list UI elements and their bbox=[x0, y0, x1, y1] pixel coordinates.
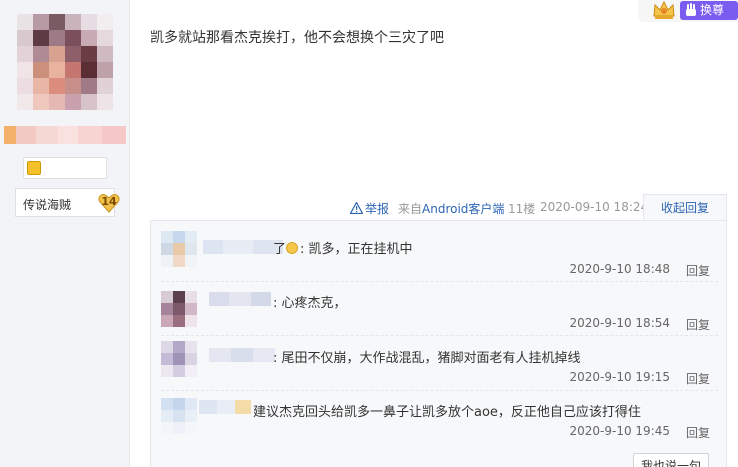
reply-avatar[interactable] bbox=[161, 291, 197, 327]
reply-box: 了: 凯多，正在挂机中 2020-9-10 18:48 回复 : 心疼杰克， 2… bbox=[150, 220, 727, 467]
coin-icon bbox=[27, 161, 41, 175]
reply-button[interactable]: 回复 bbox=[686, 424, 710, 441]
reply-username[interactable] bbox=[203, 240, 283, 254]
floor-number: 11楼 bbox=[508, 202, 536, 216]
author-username[interactable] bbox=[4, 126, 126, 144]
reply-username[interactable] bbox=[209, 292, 271, 306]
reply-button[interactable]: 回复 bbox=[686, 370, 710, 387]
crown-icon[interactable] bbox=[652, 0, 676, 20]
swap-label: 换尊 bbox=[700, 3, 725, 17]
reply-avatar[interactable] bbox=[161, 398, 197, 434]
vip-corner: 换尊 bbox=[638, 0, 738, 22]
report-label: 举报 bbox=[365, 202, 390, 216]
hand-icon bbox=[686, 3, 696, 16]
author-avatar[interactable] bbox=[17, 14, 113, 110]
member-badge[interactable] bbox=[23, 157, 107, 179]
swap-button[interactable]: 换尊 bbox=[680, 1, 738, 20]
reply-item: 建议杰克回头给凯多一鼻子让凯多放个aoe，反正他自己应该打得住 2020-9-1… bbox=[151, 390, 728, 450]
reply-button[interactable]: 回复 bbox=[686, 316, 710, 333]
reply-item: : 心疼杰克， 2020-9-10 18:54 回复 bbox=[151, 281, 728, 341]
reply-content: : 心疼杰克， bbox=[273, 296, 347, 311]
post-content: 凯多就站那看杰克挨打，他不会想换个三灾了吧 bbox=[150, 30, 444, 46]
level-number: 14 bbox=[101, 195, 117, 208]
reply-time: 2020-9-10 18:54 bbox=[569, 316, 671, 330]
warning-icon bbox=[350, 202, 363, 214]
reply-username[interactable] bbox=[209, 348, 275, 362]
reply-time: 2020-9-10 19:45 bbox=[569, 424, 671, 438]
say-something-button[interactable]: 我也说一句 bbox=[633, 453, 709, 467]
reply-item: : 尾田不仅崩，大作战混乱，猪脚对面老有人挂机掉线 2020-9-10 19:1… bbox=[151, 335, 728, 395]
post-time: 2020-09-10 18:24 bbox=[540, 200, 649, 214]
emoji-icon bbox=[286, 242, 299, 254]
collapse-replies-button[interactable]: 收起回复 bbox=[643, 194, 727, 221]
reply-content: : 尾田不仅崩，大作战混乱，猪脚对面老有人挂机掉线 bbox=[273, 351, 581, 366]
reply-button[interactable]: 回复 bbox=[686, 262, 710, 279]
reply-time: 2020-9-10 18:48 bbox=[569, 262, 671, 276]
reply-text: : bbox=[300, 242, 305, 257]
level-name: 传说海贼 bbox=[23, 198, 72, 212]
reply-username[interactable] bbox=[199, 400, 251, 414]
report-link[interactable]: 举报 bbox=[350, 200, 389, 217]
reply-avatar[interactable] bbox=[161, 341, 197, 377]
reply-item: 了: 凯多，正在挂机中 2020-9-10 18:48 回复 bbox=[151, 221, 728, 281]
client-link[interactable]: Android客户端 bbox=[422, 202, 504, 216]
level-badge[interactable]: 传说海贼 14 bbox=[15, 188, 120, 217]
reply-time: 2020-9-10 19:15 bbox=[569, 370, 671, 384]
author-sidebar: 传说海贼 14 bbox=[0, 0, 130, 467]
client-info: 来自Android客户端 bbox=[398, 200, 504, 217]
reply-content: 了: 凯多，正在挂机中 bbox=[273, 242, 413, 257]
reply-avatar[interactable] bbox=[161, 231, 197, 267]
heart-badge-icon: 14 bbox=[98, 193, 120, 213]
client-prefix: 来自 bbox=[398, 202, 423, 216]
reply-content: 建议杰克回头给凯多一鼻子让凯多放个aoe，反正他自己应该打得住 bbox=[253, 405, 641, 420]
